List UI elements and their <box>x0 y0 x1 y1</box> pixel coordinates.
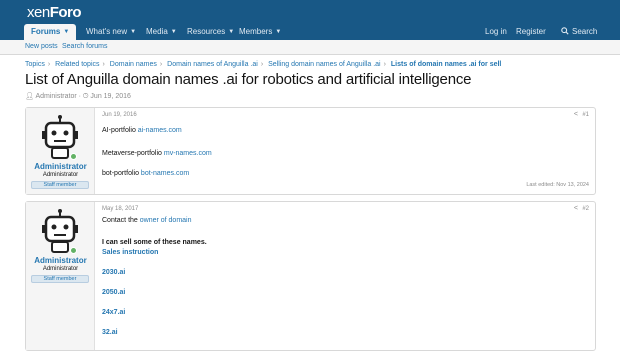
avatar[interactable] <box>37 114 83 160</box>
tab-resources[interactable]: Resources ▼ <box>181 24 240 40</box>
post-line: Sales instruction <box>102 249 158 256</box>
portfolio-link[interactable]: ai-names.com <box>138 127 182 134</box>
tab-forums[interactable]: Forums ▼ <box>24 24 77 40</box>
breadcrumb-item[interactable]: Selling domain names of Anguilla .ai <box>268 61 380 68</box>
avatar[interactable] <box>37 208 83 254</box>
post-number[interactable]: #1 <box>582 112 589 118</box>
domain-link[interactable]: 2030.ai <box>102 269 125 276</box>
breadcrumb-item[interactable]: Related topics <box>55 61 99 68</box>
chevron-down-icon[interactable]: ▼ <box>63 29 69 35</box>
domain-item: 32.ai <box>102 329 118 336</box>
post-number[interactable]: #2 <box>582 206 589 212</box>
page-body: Topics › Related topics › Domain names › Do… <box>0 55 620 351</box>
tab-whats-new[interactable]: What's new ▼ <box>80 24 142 40</box>
main-nav: Forums ▼ What's new ▼ Media ▼ Resources ▼ Me… <box>0 24 620 40</box>
post-date[interactable]: Jun 19, 2016 <box>102 112 137 118</box>
portfolio-link[interactable]: mv-names.com <box>164 150 212 157</box>
post-user-panel: Administrator Administrator Staff member <box>26 202 95 350</box>
domain-link[interactable]: 2050.ai <box>102 289 125 296</box>
post-user-panel: Administrator Administrator Staff member <box>26 108 95 194</box>
last-edited: Last edited: Nov 13, 2024 <box>526 182 589 188</box>
chevron-down-icon[interactable]: ▼ <box>275 29 281 35</box>
page-title: List of Anguilla domain names .ai for ro… <box>25 71 472 88</box>
thread-author[interactable]: Administrator <box>35 93 76 100</box>
post-username[interactable]: Administrator <box>26 256 95 265</box>
share-icon[interactable]: < <box>574 205 578 212</box>
thread-date[interactable]: Jun 19, 2016 <box>90 93 130 100</box>
site-logo[interactable]: xenForo <box>27 4 82 21</box>
staff-badge: Staff member <box>31 181 89 189</box>
domain-link[interactable]: 24x7.ai <box>102 309 125 316</box>
post-line: AI-portfolio ai-names.com <box>102 127 182 134</box>
sub-nav: New posts Search forums <box>0 40 620 55</box>
clock-icon: 🕒︎ <box>82 93 89 100</box>
post-date[interactable]: May 18, 2017 <box>102 206 138 212</box>
post-header: Jun 19, 2016 < #1 <box>96 108 595 122</box>
online-status-icon <box>70 153 77 160</box>
thread-meta: 👤︎ Administrator · 🕒︎ Jun 19, 2016 <box>25 93 131 100</box>
domain-item: 2030.ai <box>102 269 125 276</box>
user-title: Administrator <box>42 266 79 272</box>
post: Administrator Administrator Staff member… <box>25 107 596 195</box>
search-icon <box>561 24 572 40</box>
breadcrumb-item[interactable]: Domain names <box>110 61 157 68</box>
breadcrumb-item[interactable]: Topics <box>25 61 45 68</box>
login-link[interactable]: Log in <box>479 24 513 40</box>
owner-link[interactable]: owner of domain <box>140 217 192 224</box>
post-username[interactable]: Administrator <box>26 162 95 171</box>
domain-item: 24x7.ai <box>102 309 125 316</box>
search-link[interactable]: Search <box>555 24 603 40</box>
register-link[interactable]: Register <box>510 24 552 40</box>
share-icon[interactable]: < <box>574 111 578 118</box>
post-header: May 18, 2017 < #2 <box>96 202 595 216</box>
chevron-down-icon[interactable]: ▼ <box>171 29 177 35</box>
domain-link[interactable]: 32.ai <box>102 329 118 336</box>
post-line: I can sell some of these names. <box>102 239 207 246</box>
post-line: Metaverse-portfolio mv-names.com <box>102 150 212 157</box>
breadcrumb: Topics › Related topics › Domain names › Do… <box>25 61 502 68</box>
post-line: bot-portfolio bot-names.com <box>102 170 190 177</box>
user-icon: 👤︎ <box>25 93 34 100</box>
staff-badge: Staff member <box>31 275 89 283</box>
new-posts-link[interactable]: New posts <box>25 43 58 50</box>
post: Administrator Administrator Staff member… <box>25 201 596 351</box>
sales-instruction-link[interactable]: Sales instruction <box>102 249 158 256</box>
chevron-down-icon[interactable]: ▼ <box>130 29 136 35</box>
search-forums-link[interactable]: Search forums <box>62 43 108 50</box>
domain-item: 2050.ai <box>102 289 125 296</box>
online-status-icon <box>70 247 77 254</box>
portfolio-link[interactable]: bot-names.com <box>141 170 189 177</box>
breadcrumb-item[interactable]: Domain names of Anguilla .ai <box>167 61 258 68</box>
tab-media[interactable]: Media ▼ <box>140 24 183 40</box>
tab-members[interactable]: Members ▼ <box>233 24 287 40</box>
user-title: Administrator <box>42 172 79 178</box>
post-line: Contact the owner of domain <box>102 217 192 224</box>
breadcrumb-item[interactable]: Lists of domain names .ai for sell <box>391 61 501 68</box>
